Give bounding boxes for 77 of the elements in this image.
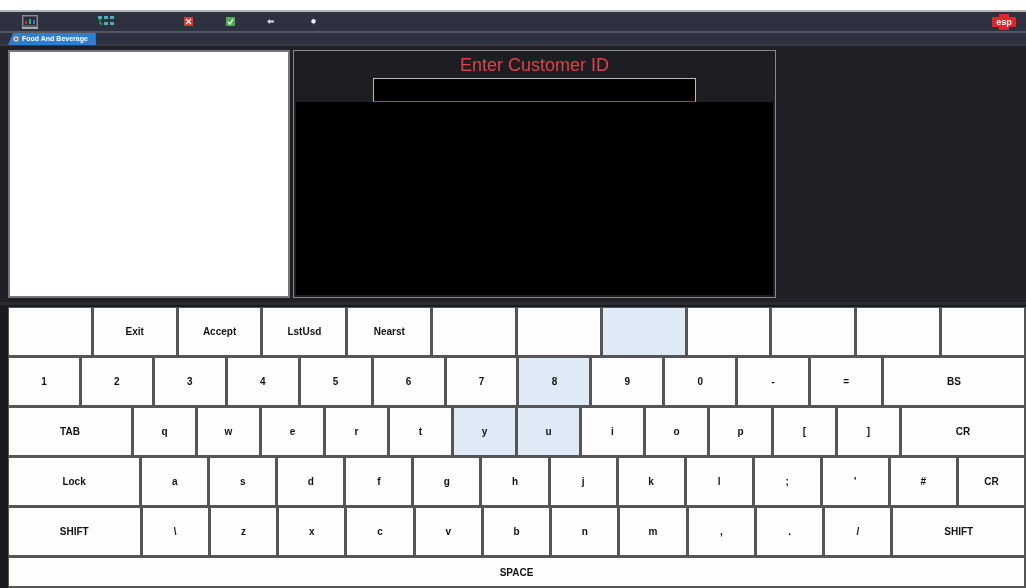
keyboard-key[interactable]: , xyxy=(687,507,756,557)
grid-icon[interactable] xyxy=(98,16,114,27)
keyboard-key[interactable]: SHIFT xyxy=(8,507,142,557)
close-icon[interactable] xyxy=(184,17,193,26)
keyboard-key[interactable]: x xyxy=(278,507,347,557)
keyboard-key[interactable]: LstUsd xyxy=(262,307,348,357)
keyboard-key[interactable] xyxy=(8,307,93,357)
check-icon[interactable] xyxy=(226,17,235,26)
keyboard-key[interactable]: 0 xyxy=(664,357,738,407)
keyboard-key[interactable]: s xyxy=(209,457,278,507)
keyboard-key[interactable]: SPACE xyxy=(8,557,1026,588)
keyboard-key[interactable]: u xyxy=(517,407,581,457)
keyboard-key[interactable]: Nearst xyxy=(347,307,433,357)
keyboard-key[interactable]: v xyxy=(414,507,483,557)
pin-icon[interactable] xyxy=(311,18,316,25)
keyboard-key[interactable]: / xyxy=(824,507,893,557)
keyboard-key[interactable]: h xyxy=(481,457,550,507)
keyboard-key[interactable]: 3 xyxy=(153,357,227,407)
keyboard-key[interactable]: # xyxy=(889,457,958,507)
keyboard-key[interactable]: 4 xyxy=(226,357,300,407)
keyboard-key[interactable]: Exit xyxy=(92,307,178,357)
keyboard-key[interactable]: - xyxy=(737,357,811,407)
keyboard-key[interactable]: k xyxy=(617,457,686,507)
keyboard-key[interactable] xyxy=(516,307,602,357)
keyboard-key[interactable]: 6 xyxy=(372,357,446,407)
keyboard-key[interactable]: q xyxy=(133,407,197,457)
keyboard-key[interactable]: 1 xyxy=(8,357,81,407)
keyboard-key[interactable] xyxy=(686,307,772,357)
keyboard-key[interactable]: g xyxy=(413,457,482,507)
keyboard-key[interactable]: j xyxy=(549,457,618,507)
keyboard-key[interactable]: f xyxy=(345,457,414,507)
keyboard-key[interactable]: a xyxy=(141,457,210,507)
keyboard-key[interactable]: d xyxy=(277,457,346,507)
keyboard-key[interactable] xyxy=(601,307,687,357)
keyboard-key[interactable]: = xyxy=(810,357,884,407)
monitor-icon[interactable] xyxy=(22,14,38,29)
keyboard-key[interactable]: e xyxy=(261,407,325,457)
keyboard-key[interactable]: 9 xyxy=(591,357,665,407)
keyboard-key[interactable]: r xyxy=(325,407,389,457)
prompt-title: Enter Customer ID xyxy=(459,54,609,76)
keyboard-key[interactable] xyxy=(771,307,857,357)
keyboard-key[interactable]: [ xyxy=(773,407,837,457)
gear-icon xyxy=(12,35,20,43)
keyboard-key[interactable]: i xyxy=(581,407,645,457)
keyboard-key[interactable] xyxy=(432,307,517,357)
keyboard-key[interactable]: BS xyxy=(883,357,1026,407)
keyboard-key[interactable]: Accept xyxy=(177,307,263,357)
keyboard-key[interactable]: CR xyxy=(957,457,1026,507)
keyboard-key[interactable]: ; xyxy=(753,457,822,507)
keyboard-key[interactable] xyxy=(856,307,942,357)
keyboard-key[interactable]: ' xyxy=(821,457,890,507)
keyboard-key[interactable]: 7 xyxy=(445,357,519,407)
keyboard-key[interactable]: t xyxy=(389,407,453,457)
keyboard-key[interactable] xyxy=(941,307,1026,357)
keyboard-key[interactable]: p xyxy=(709,407,773,457)
keyboard-key[interactable]: Lock xyxy=(8,457,142,507)
keyboard-key[interactable]: y xyxy=(453,407,517,457)
customer-id-field[interactable] xyxy=(373,78,696,102)
keyboard-key[interactable]: w xyxy=(197,407,261,457)
keyboard-key[interactable]: n xyxy=(551,507,620,557)
keyboard-key[interactable]: 2 xyxy=(80,357,154,407)
keyboard-key[interactable]: SHIFT xyxy=(892,507,1026,557)
keyboard-key[interactable]: 8 xyxy=(518,357,592,407)
keyboard-key[interactable]: CR xyxy=(901,407,1026,457)
keyboard-key[interactable]: o xyxy=(645,407,709,457)
arrow-icon[interactable] xyxy=(267,19,274,24)
keyboard-key[interactable]: c xyxy=(346,507,415,557)
keyboard-key[interactable]: . xyxy=(755,507,825,557)
keyboard-key[interactable]: z xyxy=(209,507,279,557)
keyboard-key[interactable]: m xyxy=(619,507,688,557)
keyboard-key[interactable]: \ xyxy=(141,507,210,557)
esp-badge[interactable]: esp xyxy=(992,13,1016,30)
keyboard-key[interactable]: l xyxy=(685,457,754,507)
keyboard-key[interactable]: ] xyxy=(837,407,901,457)
keyboard-key[interactable]: TAB xyxy=(8,407,133,457)
keyboard-key[interactable]: 5 xyxy=(299,357,373,407)
keyboard-key[interactable]: b xyxy=(482,507,552,557)
